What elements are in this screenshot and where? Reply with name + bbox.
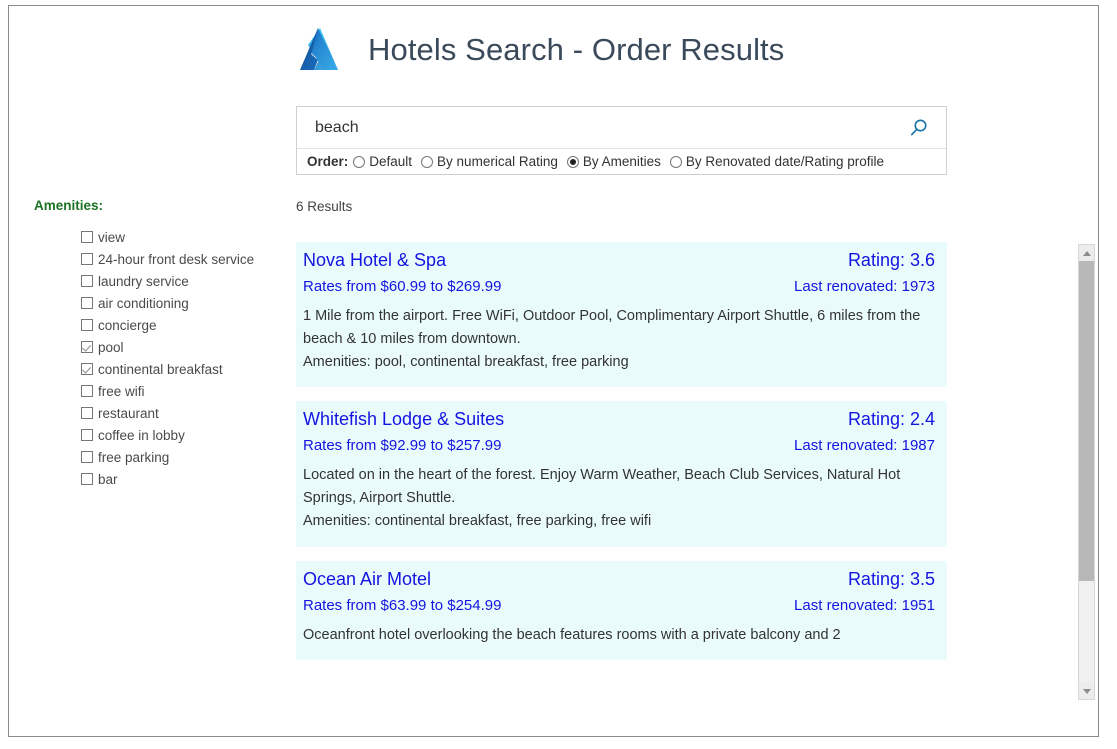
amenity-label: laundry service bbox=[98, 273, 189, 289]
hotel-name-link[interactable]: Nova Hotel & Spa bbox=[303, 250, 446, 271]
amenity-label: bar bbox=[98, 471, 118, 487]
amenity-checkbox-restaurant[interactable]: restaurant bbox=[81, 402, 284, 424]
chevron-up-icon bbox=[1082, 250, 1091, 256]
amenity-checkbox-free-wifi[interactable]: free wifi bbox=[81, 380, 284, 402]
radio-icon bbox=[353, 155, 366, 168]
order-radio-label: By Amenities bbox=[582, 154, 661, 169]
amenity-label: view bbox=[98, 229, 126, 245]
hotel-renovated: Last renovated: 1973 bbox=[794, 278, 935, 295]
result-card-header: Ocean Air Motel Rating: 3.5 bbox=[303, 569, 935, 590]
amenity-checkbox-view[interactable]: view bbox=[81, 226, 284, 248]
order-label: Order: bbox=[307, 154, 349, 169]
amenity-label: concierge bbox=[98, 317, 157, 333]
scrollbar-thumb[interactable] bbox=[1079, 261, 1094, 581]
hotel-rating: Rating: 3.6 bbox=[847, 250, 935, 270]
checkbox-icon bbox=[81, 407, 93, 419]
amenity-label: restaurant bbox=[98, 405, 159, 421]
amenity-label: 24-hour front desk service bbox=[98, 251, 255, 267]
checkbox-icon bbox=[81, 275, 93, 287]
scrollbar-up-button[interactable] bbox=[1079, 245, 1094, 261]
hotel-renovated: Last renovated: 1951 bbox=[794, 596, 935, 614]
amenities-checkbox-list: view 24-hour front desk service laundry … bbox=[81, 226, 284, 490]
hotel-rating: Rating: 3.5 bbox=[847, 568, 935, 589]
checkbox-icon bbox=[81, 473, 93, 485]
radio-icon bbox=[669, 155, 682, 168]
app-window: Hotels Search - Order Results Order: Def… bbox=[8, 5, 1099, 737]
order-radio-default[interactable]: Default bbox=[353, 154, 412, 169]
result-card-subheader: Rates from $92.99 to $257.99 Last renova… bbox=[303, 437, 935, 454]
amenity-label: pool bbox=[98, 339, 124, 355]
checkbox-checked-icon bbox=[81, 363, 93, 375]
amenity-label: coffee in lobby bbox=[98, 427, 185, 443]
checkbox-icon bbox=[81, 451, 93, 463]
results-scrollbar[interactable] bbox=[1078, 244, 1095, 700]
amenity-checkbox-air-conditioning[interactable]: air conditioning bbox=[81, 292, 284, 314]
azure-logo-icon bbox=[300, 28, 338, 70]
order-radio-label: By numerical Rating bbox=[437, 154, 558, 169]
hotel-rates: Rates from $60.99 to $269.99 bbox=[303, 278, 502, 295]
amenity-checkbox-free-parking[interactable]: free parking bbox=[81, 446, 284, 468]
amenity-checkbox-front-desk[interactable]: 24-hour front desk service bbox=[81, 248, 284, 270]
checkbox-icon bbox=[81, 319, 93, 331]
amenity-label: free parking bbox=[98, 449, 170, 465]
scrollbar-down-button[interactable] bbox=[1079, 683, 1094, 699]
checkbox-icon bbox=[81, 231, 93, 243]
hotel-description: 1 Mile from the airport. Free WiFi, Outd… bbox=[303, 308, 921, 347]
result-card[interactable]: Ocean Air Motel Rating: 3.5 Rates from $… bbox=[296, 560, 947, 661]
checkbox-icon bbox=[81, 385, 93, 397]
amenities-filter-panel: Amenities: view 24-hour front desk servi… bbox=[34, 198, 284, 490]
order-radio-renovated-date[interactable]: By Renovated date/Rating profile bbox=[669, 154, 885, 169]
amenity-label: continental breakfast bbox=[98, 361, 223, 377]
amenity-checkbox-bar[interactable]: bar bbox=[81, 468, 284, 490]
search-input[interactable] bbox=[315, 118, 906, 137]
amenity-label: air conditioning bbox=[98, 295, 189, 311]
result-card[interactable]: Nova Hotel & Spa Rating: 3.6 Rates from … bbox=[296, 242, 947, 388]
app-header: Hotels Search - Order Results bbox=[294, 14, 784, 86]
order-radio-by-amenities[interactable]: By Amenities bbox=[566, 154, 661, 169]
hotel-name-link[interactable]: Ocean Air Motel bbox=[303, 569, 431, 590]
radio-selected-icon bbox=[566, 155, 579, 168]
amenity-checkbox-pool[interactable]: pool bbox=[81, 336, 284, 358]
order-options-row: Order: Default By numerical Rating By Am… bbox=[297, 148, 946, 174]
hotel-description: Located on in the heart of the forest. E… bbox=[303, 467, 901, 506]
order-radio-label: Default bbox=[369, 154, 413, 169]
amenity-checkbox-laundry-service[interactable]: laundry service bbox=[81, 270, 284, 292]
amenity-checkbox-coffee-in-lobby[interactable]: coffee in lobby bbox=[81, 424, 284, 446]
amenities-title: Amenities: bbox=[34, 198, 104, 213]
hotel-renovated: Last renovated: 1987 bbox=[794, 437, 935, 455]
chevron-down-icon bbox=[1082, 688, 1091, 694]
checkbox-icon bbox=[81, 253, 93, 265]
hotel-name-link[interactable]: Whitefish Lodge & Suites bbox=[303, 409, 504, 430]
hotel-rating: Rating: 2.4 bbox=[847, 409, 935, 430]
search-button[interactable] bbox=[906, 115, 932, 141]
amenity-checkbox-concierge[interactable]: concierge bbox=[81, 314, 284, 336]
result-card-header: Whitefish Lodge & Suites Rating: 2.4 bbox=[303, 409, 935, 430]
checkbox-icon bbox=[81, 297, 93, 309]
result-card-subheader: Rates from $60.99 to $269.99 Last renova… bbox=[303, 278, 935, 295]
hotel-rates: Rates from $63.99 to $254.99 bbox=[303, 596, 502, 614]
result-card[interactable]: Whitefish Lodge & Suites Rating: 2.4 Rat… bbox=[296, 401, 947, 547]
order-radio-numerical-rating[interactable]: By numerical Rating bbox=[421, 154, 558, 169]
result-card-header: Nova Hotel & Spa Rating: 3.6 bbox=[303, 250, 935, 271]
checkbox-checked-icon bbox=[81, 341, 93, 353]
search-icon bbox=[910, 119, 927, 135]
search-row bbox=[297, 107, 946, 148]
order-radio-label: By Renovated date/Rating profile bbox=[685, 154, 885, 169]
results-list: Nova Hotel & Spa Rating: 3.6 Rates from … bbox=[296, 242, 947, 702]
amenity-label: free wifi bbox=[98, 383, 145, 399]
hotel-amenities: Amenities: pool, continental breakfast, … bbox=[303, 353, 629, 370]
page-title: Hotels Search - Order Results bbox=[368, 32, 785, 67]
checkbox-icon bbox=[81, 429, 93, 441]
hotel-description: Oceanfront hotel overlooking the beach f… bbox=[303, 626, 841, 643]
result-card-subheader: Rates from $63.99 to $254.99 Last renova… bbox=[303, 597, 935, 614]
radio-icon bbox=[421, 155, 434, 168]
results-count: 6 Results bbox=[296, 199, 353, 214]
amenity-checkbox-continental-breakfast[interactable]: continental breakfast bbox=[81, 358, 284, 380]
search-panel: Order: Default By numerical Rating By Am… bbox=[296, 106, 947, 175]
hotel-rates: Rates from $92.99 to $257.99 bbox=[303, 437, 502, 455]
hotel-amenities: Amenities: continental breakfast, free p… bbox=[303, 512, 652, 529]
